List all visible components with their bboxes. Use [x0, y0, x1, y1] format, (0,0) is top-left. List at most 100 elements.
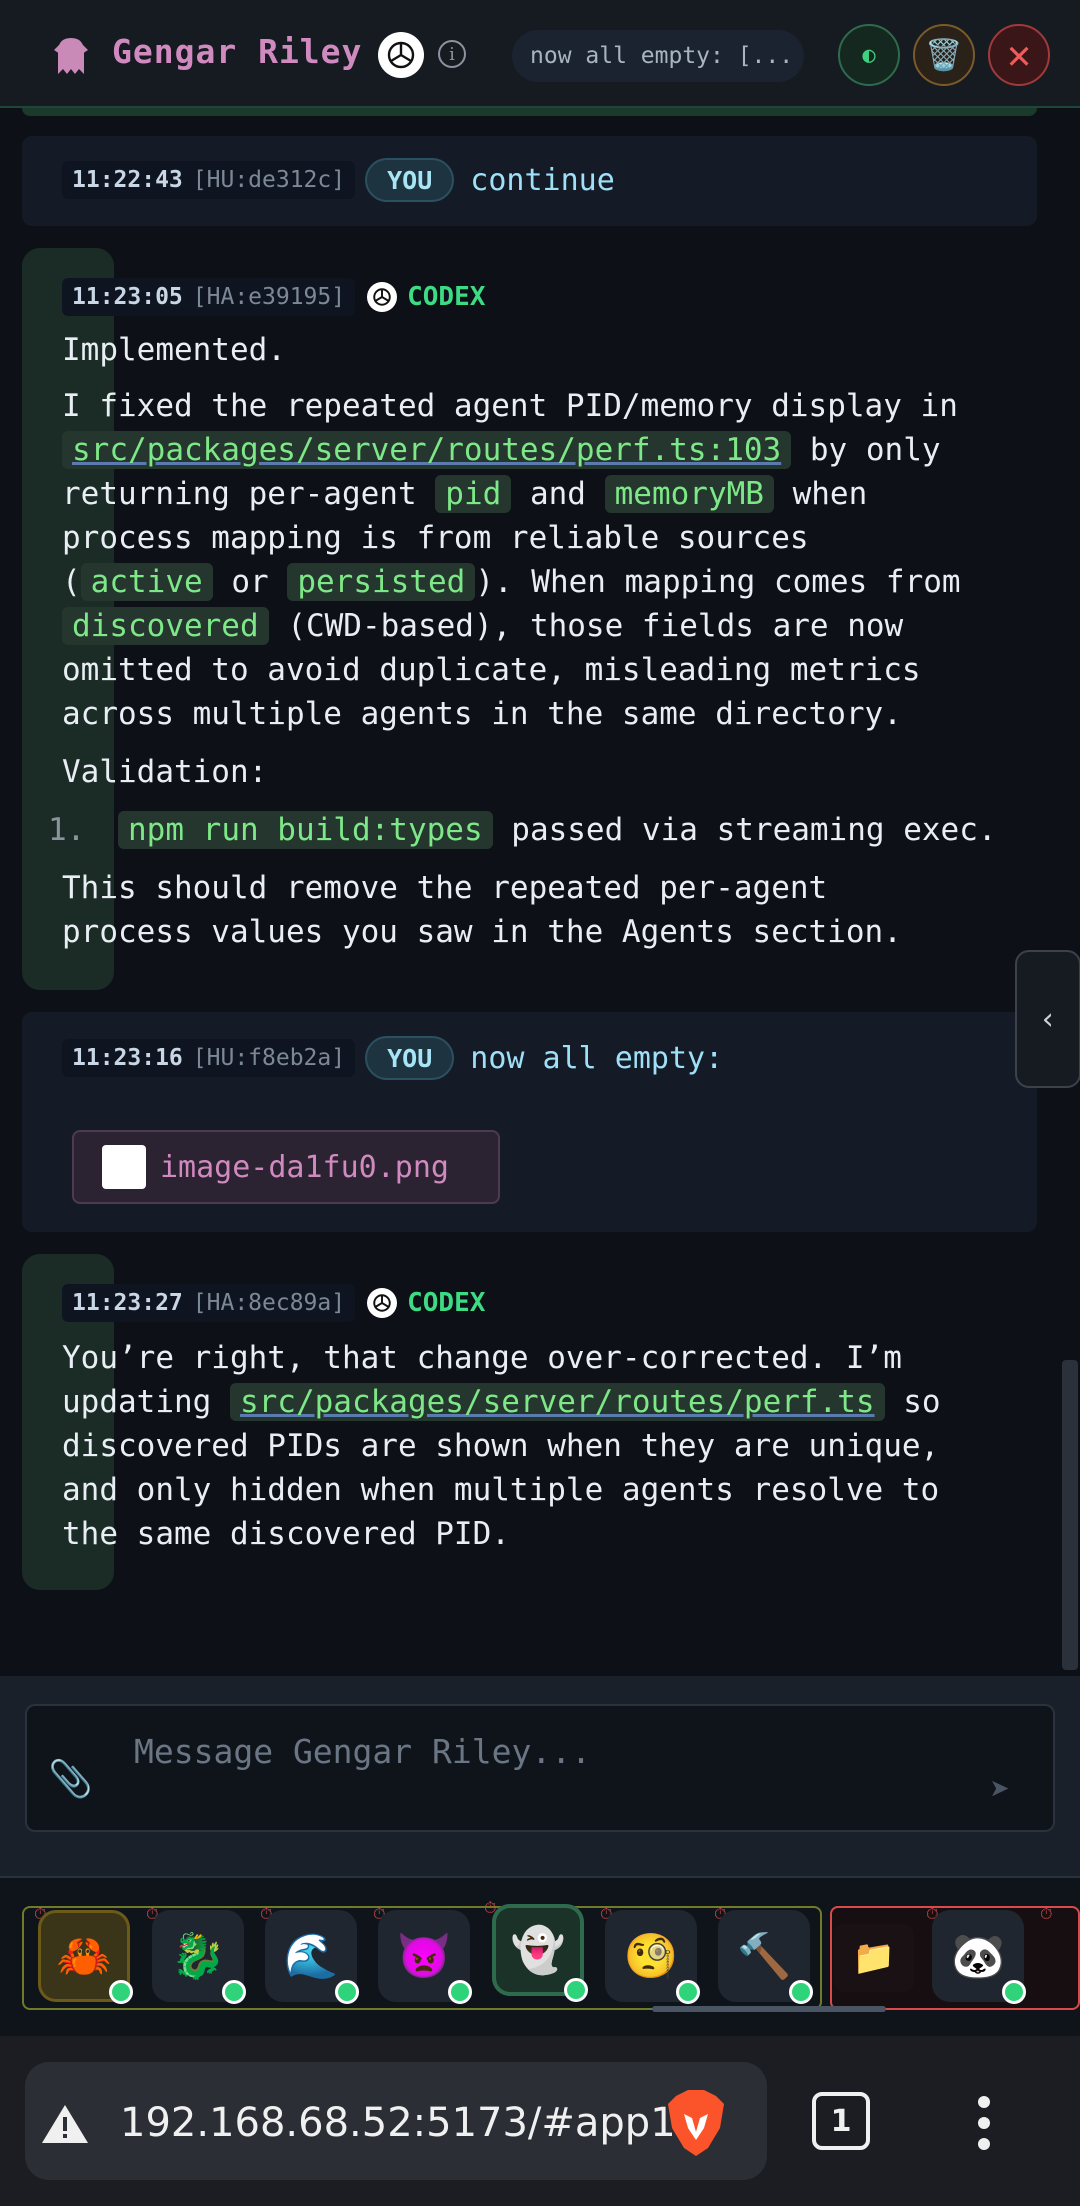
send-icon[interactable]: ➤	[990, 1770, 1010, 1810]
status-dot	[676, 1980, 700, 2004]
inline-code: discovered	[62, 607, 269, 645]
message-paragraph: This should remove the repeated per-agen…	[62, 866, 1022, 954]
file-link[interactable]: src/packages/server/routes/perf.ts	[229, 1383, 885, 1421]
message-hash: [HU:f8eb2a]	[192, 1045, 346, 1071]
clear-chat-button[interactable]: 🗑️	[913, 24, 975, 86]
status-dot	[335, 1980, 359, 2004]
text-span: I fixed the repeated agent PID/memory di…	[62, 388, 958, 424]
agent-emoji: 🔨	[736, 1931, 792, 1982]
message-paragraph: Implemented.	[62, 332, 286, 368]
theme-toggle-button[interactable]: ◐	[838, 24, 900, 86]
message-meta-row: 11:22:43 [HU:de312c] YOU continue	[62, 158, 615, 202]
message-paragraph: I fixed the repeated agent PID/memory di…	[62, 384, 1022, 736]
text-line: and only hidden when multiple agents res…	[62, 1472, 940, 1508]
agent-emoji: 🐉	[170, 1931, 226, 1982]
text-span: (CWD-based), those fields are now	[287, 608, 904, 644]
message-hash: [HA:8ec89a]	[192, 1290, 346, 1316]
agent-emoji: 🧐	[623, 1931, 679, 1982]
agent-emoji: 🌊	[283, 1931, 339, 1982]
inline-code: npm run build:types	[118, 811, 493, 849]
list-item: 1. npm run build:types passed via streami…	[48, 808, 1022, 852]
message-time: 11:23:05	[72, 284, 183, 310]
status-dot	[448, 1980, 472, 2004]
info-icon[interactable]: i	[438, 40, 466, 68]
text-span: or	[231, 564, 269, 600]
list-number: 1.	[48, 812, 86, 848]
url-text[interactable]: 192.168.68.52:5173/#app1	[120, 2100, 676, 2146]
text-span: across multiple agents in the same direc…	[62, 696, 902, 732]
timer-icon: ⏱	[1040, 1904, 1053, 1923]
status-dot	[564, 1978, 588, 2002]
message-paragraph: You’re right, that change over-corrected…	[62, 1336, 1022, 1556]
agent-emoji: 🐼	[950, 1931, 1006, 1982]
agent-badge: CODEX	[407, 1288, 486, 1318]
agent-folder[interactable]: 📁	[834, 1924, 914, 1992]
agent-message: 11:23:05 [HA:e39195] CODEX Implemented. …	[22, 248, 997, 990]
openai-icon	[367, 1288, 398, 1318]
you-badge: YOU	[365, 1036, 455, 1080]
message-time: 11:22:43	[72, 167, 183, 193]
text-line: the same discovered PID.	[62, 1516, 510, 1552]
ghost-icon	[54, 38, 88, 74]
attachment-filename: image-da1fu0.png	[160, 1149, 449, 1185]
openai-icon	[378, 32, 424, 78]
agent-emoji: 👻	[510, 1925, 566, 1976]
previous-message-edge	[22, 108, 1037, 116]
inline-code: persisted	[287, 563, 476, 601]
status-dot	[222, 1980, 246, 2004]
status-dot	[1002, 1980, 1026, 2004]
status-dot	[789, 1980, 813, 2004]
paperclip-icon[interactable]: 📎	[48, 1758, 93, 1800]
status-pill[interactable]: now all empty: [...	[512, 30, 804, 82]
file-link[interactable]: src/packages/server/routes/perf.ts:103	[62, 431, 792, 469]
brave-lion-icon[interactable]	[664, 2088, 728, 2158]
you-badge: YOU	[365, 158, 455, 202]
agent-badge: CODEX	[407, 282, 486, 312]
text-line: process values you saw in the Agents sec…	[62, 914, 902, 950]
more-menu-icon[interactable]	[974, 2096, 994, 2150]
message-meta: 11:22:43 [HU:de312c]	[62, 161, 356, 199]
text-span: process mapping is from reliable sources	[62, 520, 809, 556]
validation-heading: Validation:	[62, 754, 268, 790]
message-time: 11:23:27	[72, 1290, 183, 1316]
message-meta: 11:23:05 [HA:e39195]	[62, 278, 356, 316]
folder-icon: 📁	[852, 1938, 896, 1978]
app-header: Gengar Riley i now all empty: [... ◐ 🗑️ …	[0, 0, 1080, 108]
image-attachment[interactable]: image-da1fu0.png	[72, 1130, 500, 1204]
user-message-text: now all empty:	[470, 1040, 724, 1076]
text-span: so	[903, 1384, 941, 1420]
text-span: returning per-agent	[62, 476, 417, 512]
text-span: passed via streaming exec.	[511, 812, 997, 848]
message-meta: 11:23:27 [HA:8ec89a]	[62, 1284, 356, 1322]
text-span: by only	[809, 432, 941, 468]
user-message: 11:22:43 [HU:de312c] YOU continue	[22, 136, 1037, 226]
text-line: discovered PIDs are shown when they are …	[62, 1428, 940, 1464]
message-input[interactable]	[134, 1728, 954, 1774]
message-meta-row: 11:23:27 [HA:8ec89a] CODEX	[62, 1284, 485, 1322]
message-meta-row: 11:23:05 [HA:e39195] CODEX	[62, 278, 485, 316]
attachment-thumbnail	[102, 1145, 146, 1189]
tabs-button[interactable]: 1	[812, 2092, 870, 2150]
agent-title: Gengar Riley	[112, 32, 363, 71]
text-span: (	[62, 564, 81, 600]
text-line: This should remove the repeated per-agen…	[62, 870, 828, 906]
scrollbar[interactable]	[1062, 1360, 1078, 1670]
warning-icon[interactable]	[40, 2102, 90, 2146]
inline-code: pid	[435, 475, 512, 513]
inline-code: memoryMB	[604, 475, 774, 513]
user-message: 11:23:16 [HU:f8eb2a] YOU now all empty: …	[22, 1012, 1037, 1232]
side-panel-toggle[interactable]: ‹	[1015, 950, 1080, 1088]
text-span: omitted to avoid duplicate, misleading m…	[62, 652, 921, 688]
user-message-text: continue	[470, 162, 615, 198]
text-span: ). When mapping comes from	[475, 564, 961, 600]
message-meta: 11:23:16 [HU:f8eb2a]	[62, 1039, 356, 1077]
agents-scrollbar[interactable]	[652, 2006, 886, 2012]
agent-emoji: 🦀	[56, 1931, 112, 1982]
inline-code: active	[80, 563, 213, 601]
message-hash: [HU:de312c]	[192, 167, 346, 193]
text-span: and	[529, 476, 586, 512]
status-dot	[109, 1980, 133, 2004]
text-span: when	[792, 476, 868, 512]
message-hash: [HA:e39195]	[192, 284, 346, 310]
close-button[interactable]: ✕	[988, 24, 1050, 86]
